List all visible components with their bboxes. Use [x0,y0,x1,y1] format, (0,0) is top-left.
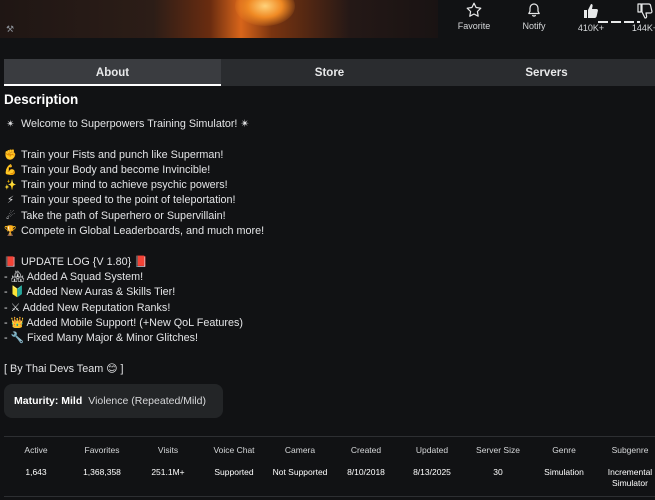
downvote-count: 144K+ [631,23,655,33]
notify-button[interactable]: Notify [516,2,552,31]
stat-subgenre: Subgenre Incremental Simulator [597,445,655,489]
stat-value: Incremental Simulator [607,467,653,488]
description-line [4,239,264,254]
favorite-button[interactable]: Favorite [456,2,492,31]
description-line: [ By Thai Devs Team 😊 ] [4,362,264,377]
stat-value: 8/13/2025 [413,467,451,477]
tab-servers[interactable]: Servers [438,59,655,86]
description-text: - 🔰 Added New Auras & Skills Tier! [4,286,176,299]
line-emoji-icon: ✊ [4,149,17,161]
stat-camera: Camera Not Supported [267,445,333,478]
stat-value: 1,368,358 [83,467,121,477]
stat-value: 251.1M+ [151,467,185,477]
stat-voice-chat: Voice Chat Supported [201,445,267,478]
description-text: - ⚔ Added New Reputation Ranks! [4,301,171,314]
stat-value: 30 [493,467,503,477]
stat-header: Voice Chat [213,445,255,455]
stat-visits: Visits 251.1M+ [135,445,201,478]
line-emoji-icon: ✴ [6,119,15,130]
description-text: UPDATE LOG {V 1.80} 📕 [21,255,148,268]
description-line: - 🔰 Added New Auras & Skills Tier! [4,285,264,300]
maturity-label: Maturity: Mild [14,395,83,407]
stat-value: Supported [214,467,254,477]
game-stats-table: Active 1,643 Favorites 1,368,358 Visits 251.1… [4,436,655,497]
description-text: Train your Body and become Invincible! [21,163,211,176]
description-line: ☄ Take the path of Superhero or Supervill… [4,209,264,224]
line-emoji-icon: 🏆 [4,226,17,238]
description-text: Take the path of Superhero or Supervilla… [21,209,226,222]
bell-icon [528,3,540,17]
game-thumbnail[interactable]: ⚒ [0,0,438,38]
tab-about[interactable]: About [4,59,221,86]
game-actions: Favorite Notify 410K+ 144K+ [448,2,655,38]
stat-header: Active [24,445,48,455]
description-line: ✴ Welcome to Superpowers Training Simulat… [4,117,264,132]
description-text: Train your mind to achieve psychic power… [21,179,228,192]
stat-value: Not Supported [272,467,328,477]
divider [4,496,655,497]
stat-server-size: Server Size 30 [465,445,531,478]
description-text: Train your speed to the point of telepor… [21,194,236,207]
line-emoji-icon: 💪 [4,164,17,176]
thumbs-up-icon [584,4,598,18]
description-text: Welcome to Superpowers Training Simulato… [21,118,250,130]
stat-genre: Genre Simulation [531,445,597,478]
stat-value: 8/10/2018 [347,467,385,477]
description-title: Description [4,92,79,107]
description-line [4,132,264,147]
stat-header: Updated [415,445,449,455]
stat-created: Created 8/10/2018 [333,445,399,478]
notify-label: Notify [522,21,546,31]
stat-header: Server Size [476,445,520,455]
stat-active: Active 1,643 [3,445,69,478]
downvote-button[interactable]: 144K+ [627,2,655,33]
description-line [4,346,264,361]
description-line: ✨ Train your mind to achieve psychic powe… [4,178,264,193]
star-icon [466,2,482,17]
stat-value: Simulation [544,467,584,477]
description-body: ✴ Welcome to Superpowers Training Simulat… [4,117,264,377]
description-text: - 🏘 Added A Squad System! [4,270,144,283]
description-line: 🏆 Compete in Global Leaderboards, and muc… [4,224,264,239]
thumbnail-fire-glow [235,0,295,26]
stat-favorites: Favorites 1,368,358 [69,445,135,478]
line-emoji-icon: ☄ [6,210,15,222]
description-line: - 🏘 Added A Squad System! [4,270,264,285]
favorite-label: Favorite [457,21,491,31]
stat-header: Visits [157,445,179,455]
line-emoji-icon: ⚡ [6,195,15,207]
description-text: Train your Fists and punch like Superman… [21,148,224,161]
description-line: ✊ Train your Fists and punch like Superma… [4,148,264,163]
description-text: Compete in Global Leaderboards, and much… [21,225,265,238]
upvote-count: 410K+ [577,23,605,33]
upvote-button[interactable]: 410K+ [573,2,609,33]
tab-bar: About Store Servers [4,59,655,86]
description-text: - 👑 Added Mobile Support! (+New QoL Feat… [4,316,243,329]
description-line: ⚡ Train your speed to the point of telepo… [4,193,264,208]
stat-header: Favorites [84,445,120,455]
line-emoji-icon: ✨ [4,180,17,192]
description-line: 📕 UPDATE LOG {V 1.80} 📕 [4,255,264,270]
stat-header: Camera [284,445,316,455]
tab-store[interactable]: Store [221,59,438,86]
stat-header: Created [350,445,382,455]
description-line: - 🔧 Fixed Many Major & Minor Glitches! [4,331,264,346]
maturity-badge: Maturity: Mild Violence (Repeated/Mild) [4,384,223,418]
line-emoji-icon: 📕 [4,256,17,268]
stat-header: Subgenre [611,445,649,455]
description-line: - 👑 Added Mobile Support! (+New QoL Feat… [4,316,264,331]
description-text: - 🔧 Fixed Many Major & Minor Glitches! [4,332,199,345]
thumbs-down-icon [637,3,653,19]
hammer-icon: ⚒ [6,24,15,34]
description-text: [ By Thai Devs Team 😊 ] [4,362,124,375]
stat-header: Genre [552,445,576,455]
stat-updated: Updated 8/13/2025 [399,445,465,478]
maturity-value: Violence (Repeated/Mild) [88,395,206,407]
description-line: 💪 Train your Body and become Invincible! [4,163,264,178]
description-line: - ⚔ Added New Reputation Ranks! [4,301,264,316]
stat-value: 1,643 [25,467,47,477]
